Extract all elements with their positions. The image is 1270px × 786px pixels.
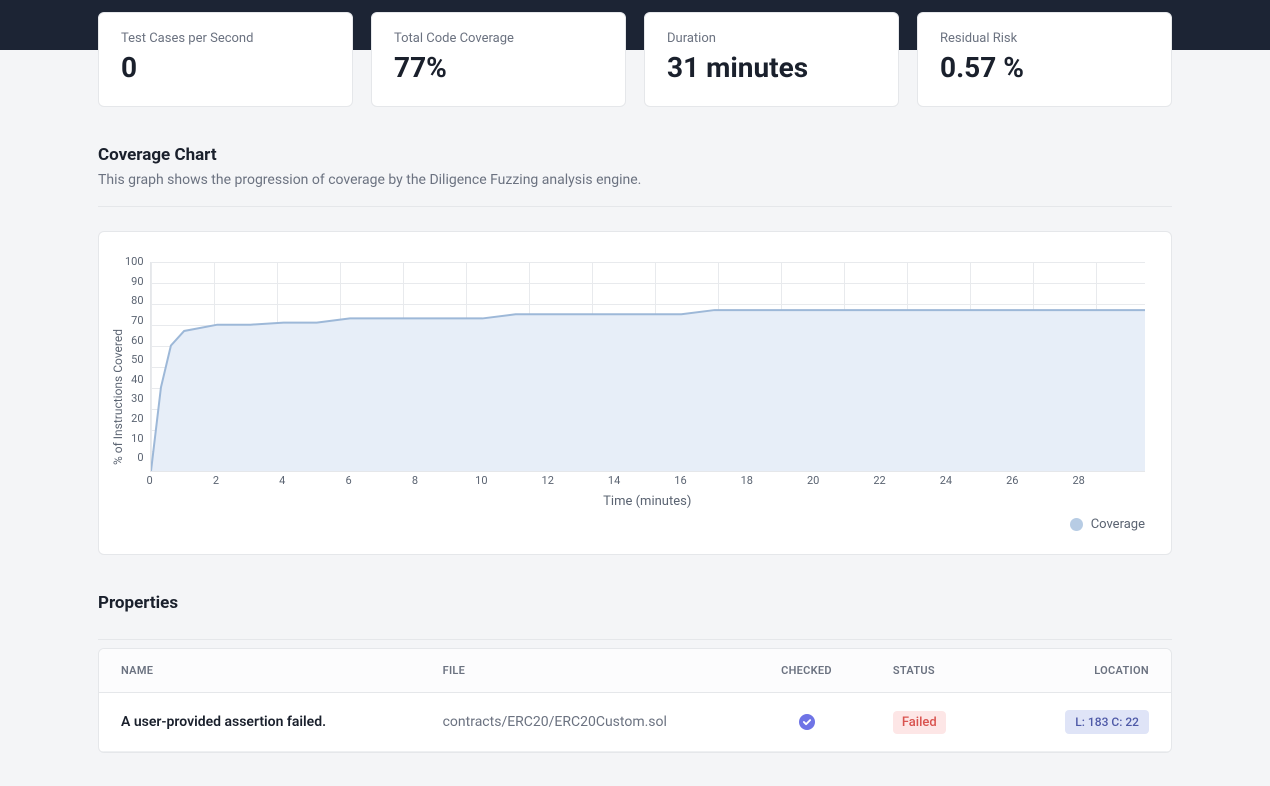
properties-table: NAME FILE CHECKED STATUS LOCATION A user… [99,649,1171,752]
y-ticks: 1009080706050403020100 [125,256,150,472]
x-tick: 8 [412,474,418,487]
y-tick: 70 [131,315,143,335]
y-tick: 80 [131,295,143,315]
x-tick: 10 [475,474,487,487]
col-location[interactable]: LOCATION [1021,649,1171,693]
metric-label: Total Code Coverage [394,31,603,46]
y-tick: 40 [131,374,143,394]
y-tick: 60 [131,335,143,355]
metric-value: 31 minutes [667,50,876,85]
legend-dot-icon [1070,518,1083,531]
x-tick: 18 [741,474,753,487]
coverage-chart-card: % of Instructions Covered 10090807060504… [98,231,1172,555]
checked-icon [799,714,815,730]
metrics-row: Test Cases per Second 0 Total Code Cover… [98,12,1172,107]
metric-label: Duration [667,31,876,46]
chart-wrap: % of Instructions Covered 10090807060504… [111,262,1145,532]
properties-title: Properties [98,593,1172,613]
properties-section-header: Properties [98,593,1172,640]
status-badge: Failed [893,711,946,734]
metric-label: Residual Risk [940,31,1149,46]
metric-value: 0.57 % [940,50,1149,85]
col-file[interactable]: FILE [421,649,743,693]
coverage-title: Coverage Chart [98,145,1172,165]
coverage-line-chart [151,262,1145,471]
cell-name: A user-provided assertion failed. [99,693,421,752]
x-tick: 24 [940,474,952,487]
y-tick: 50 [131,354,143,374]
metric-tests-per-second: Test Cases per Second 0 [98,12,353,107]
x-ticks: 0246810121416182022242628 [150,474,1145,488]
metric-value: 0 [121,50,330,85]
main-content: Test Cases per Second 0 Total Code Cover… [0,12,1270,753]
x-tick: 12 [542,474,554,487]
table-header-row: NAME FILE CHECKED STATUS LOCATION [99,649,1171,693]
y-tick: 90 [131,276,143,296]
x-tick: 26 [1006,474,1018,487]
cell-location: L: 183 C: 22 [1021,693,1171,752]
col-status[interactable]: STATUS [871,649,1021,693]
y-axis-label: % of Instructions Covered [111,262,125,532]
cell-status: Failed [871,693,1021,752]
y-tick: 30 [131,393,143,413]
properties-table-card: NAME FILE CHECKED STATUS LOCATION A user… [98,648,1172,753]
plot: 0246810121416182022242628 Time (minutes)… [150,262,1145,532]
cell-checked [742,693,871,752]
table-row[interactable]: A user-provided assertion failed. contra… [99,693,1171,752]
x-tick: 2 [213,474,219,487]
metric-code-coverage: Total Code Coverage 77% [371,12,626,107]
coverage-section-header: Coverage Chart This graph shows the prog… [98,145,1172,207]
y-tick: 100 [125,256,144,276]
y-tick: 10 [131,433,143,453]
col-checked[interactable]: CHECKED [742,649,871,693]
col-name[interactable]: NAME [99,649,421,693]
x-tick: 16 [674,474,686,487]
x-tick: 6 [346,474,352,487]
metric-value: 77% [394,50,603,85]
cell-file: contracts/ERC20/ERC20Custom.sol [421,693,743,752]
x-tick: 4 [279,474,285,487]
metric-label: Test Cases per Second [121,31,330,46]
y-tick: 20 [131,413,143,433]
x-axis-label: Time (minutes) [150,494,1145,509]
x-tick: 20 [807,474,819,487]
y-tick: 0 [137,452,143,472]
legend-label: Coverage [1091,517,1145,532]
chart-legend: Coverage [150,517,1145,532]
x-tick: 28 [1072,474,1084,487]
plot-area[interactable] [150,262,1145,472]
x-tick: 0 [146,474,152,487]
x-tick: 22 [873,474,885,487]
metric-residual-risk: Residual Risk 0.57 % [917,12,1172,107]
x-tick: 14 [608,474,620,487]
metric-duration: Duration 31 minutes [644,12,899,107]
location-badge[interactable]: L: 183 C: 22 [1065,710,1149,734]
coverage-subtitle: This graph shows the progression of cove… [98,172,1172,188]
